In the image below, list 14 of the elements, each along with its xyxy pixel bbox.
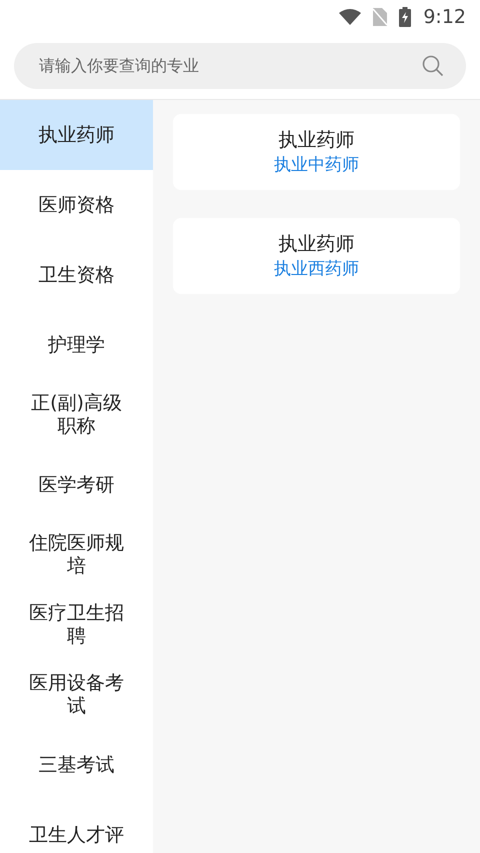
search-icon[interactable] xyxy=(422,55,444,77)
wifi-icon xyxy=(339,9,362,25)
search-field[interactable]: 请输入你要查询的专业 xyxy=(14,43,466,89)
category-card[interactable]: 执业药师 执业中药师 xyxy=(173,114,460,190)
search-input[interactable]: 请输入你要查询的专业 xyxy=(39,54,422,78)
battery-charging-icon xyxy=(399,7,412,27)
category-card[interactable]: 执业药师 执业西药师 xyxy=(173,218,460,294)
card-title: 执业药师 xyxy=(278,232,354,257)
no-sim-icon xyxy=(373,8,388,26)
status-time: 9:12 xyxy=(423,4,466,30)
card-link[interactable]: 执业中药师 xyxy=(274,153,359,177)
card-link[interactable]: 执业西药师 xyxy=(274,257,359,281)
card-title: 执业药师 xyxy=(278,128,354,153)
category-item[interactable]: 执业药师 xyxy=(0,100,153,170)
